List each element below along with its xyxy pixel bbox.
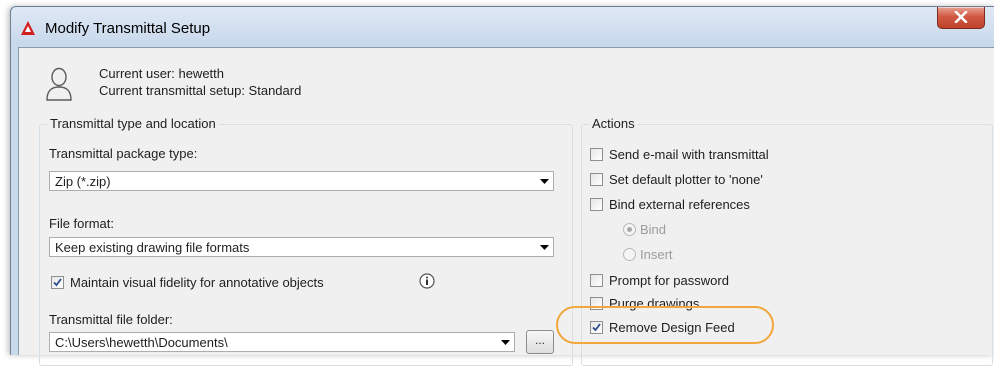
chevron-down-icon xyxy=(540,179,549,184)
bind-xrefs-checkbox[interactable] xyxy=(590,198,603,211)
current-setup-text: Current transmittal setup: Standard xyxy=(99,83,302,98)
close-button[interactable] xyxy=(937,7,985,29)
close-icon xyxy=(954,11,968,23)
bind-xrefs-label[interactable]: Bind external references xyxy=(609,197,750,212)
package-type-dropdown[interactable]: Zip (*.zip) xyxy=(49,171,554,191)
maintain-fidelity-label[interactable]: Maintain visual fidelity for annotative … xyxy=(70,275,324,290)
package-type-value: Zip (*.zip) xyxy=(55,174,111,189)
folder-label: Transmittal file folder: xyxy=(49,312,173,327)
insert-radio-label: Insert xyxy=(640,247,673,262)
dialog-window: Modify Transmittal Setup Current user: h… xyxy=(10,6,994,366)
file-format-dropdown[interactable]: Keep existing drawing file formats xyxy=(49,237,554,257)
folder-value: C:\Users\hewetth\Documents\ xyxy=(55,335,228,350)
prompt-password-label[interactable]: Prompt for password xyxy=(609,273,729,288)
current-user-text: Current user: hewetth xyxy=(99,66,225,81)
chevron-down-icon xyxy=(501,340,510,345)
highlight-ellipse xyxy=(556,306,774,344)
send-email-checkbox[interactable] xyxy=(590,148,603,161)
title-bar[interactable]: Modify Transmittal Setup xyxy=(11,7,994,47)
prompt-password-checkbox[interactable] xyxy=(590,274,603,287)
window-title: Modify Transmittal Setup xyxy=(45,20,211,37)
bind-radio-label: Bind xyxy=(640,222,667,237)
group-title: Transmittal type and location xyxy=(47,116,219,131)
file-format-label: File format: xyxy=(49,216,115,231)
radio-selected-dot xyxy=(627,227,632,232)
browse-button[interactable]: ... xyxy=(526,330,554,354)
checkmark-icon xyxy=(53,278,62,287)
folder-dropdown[interactable]: C:\Users\hewetth\Documents\ xyxy=(49,332,515,352)
bind-radio[interactable] xyxy=(623,223,636,236)
autocad-logo-icon xyxy=(21,21,35,35)
send-email-label[interactable]: Send e-mail with transmittal xyxy=(609,147,769,162)
transmittal-type-group: Transmittal type and location Transmitta… xyxy=(39,116,573,366)
maintain-fidelity-checkbox[interactable] xyxy=(51,276,64,289)
default-plotter-checkbox[interactable] xyxy=(590,173,603,186)
package-type-label: Transmittal package type: xyxy=(49,146,198,161)
default-plotter-label[interactable]: Set default plotter to 'none' xyxy=(609,172,763,187)
user-icon xyxy=(46,67,72,101)
insert-radio[interactable] xyxy=(623,248,636,261)
dialog-content: Current user: hewetth Current transmitta… xyxy=(18,47,994,366)
info-icon[interactable] xyxy=(419,273,435,289)
group-title: Actions xyxy=(589,116,638,131)
chevron-down-icon xyxy=(540,245,549,250)
file-format-value: Keep existing drawing file formats xyxy=(55,240,250,255)
